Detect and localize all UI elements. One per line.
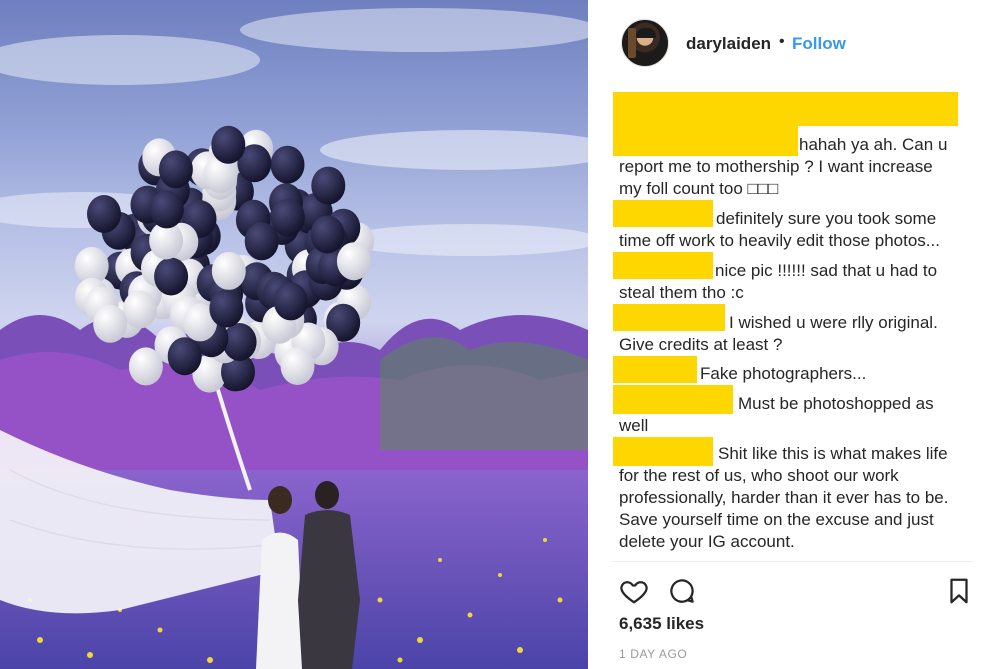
balloon (154, 257, 189, 296)
balloon (87, 195, 121, 233)
balloon (149, 190, 184, 229)
balloon (93, 304, 128, 343)
balloon (167, 337, 202, 376)
post-timestamp[interactable]: 1 DAY AGO (619, 647, 687, 661)
redaction-box (613, 92, 958, 126)
balloon (158, 150, 193, 189)
balloon (273, 282, 308, 321)
post-sidebar: darylaiden • Follow hahah ya ah. Can u r… (588, 0, 1000, 669)
comment-text: nice pic !!!!!! sad that u had to steal … (619, 261, 938, 302)
balloon (311, 166, 346, 205)
comment-text: Must be photoshopped as well (619, 394, 934, 435)
heart-icon[interactable] (619, 576, 649, 606)
comments-list[interactable]: hahah ya ah. Can u report me to mothersh… (588, 88, 1000, 558)
comment-text: Shit like this is what makes life for th… (619, 444, 949, 551)
separator-dot: • (779, 33, 785, 50)
avatar-cap-shape (636, 28, 656, 38)
comment-text: Fake photographers... (700, 364, 867, 383)
comment-bubble-icon[interactable] (667, 576, 697, 606)
comment-text: I wished u were rlly original. Give cred… (619, 313, 938, 354)
balloon (122, 290, 157, 329)
post-photo[interactable] (0, 0, 588, 669)
follow-button[interactable]: Follow (792, 34, 846, 54)
balloon (310, 215, 345, 254)
balloon (270, 145, 305, 184)
balloon (280, 347, 315, 385)
avatar[interactable] (621, 19, 669, 67)
action-bar (588, 562, 1000, 612)
likes-count[interactable]: 6,635 likes (619, 614, 704, 634)
balloon (270, 198, 305, 237)
photo-artwork (0, 8, 588, 669)
avatar-tree-shape (628, 28, 636, 58)
balloon (211, 125, 246, 164)
comment-text: definitely sure you took some time off w… (619, 209, 940, 250)
comment-text: hahah ya ah. Can u report me to mothersh… (619, 135, 948, 198)
balloon (211, 251, 246, 290)
post-header: darylaiden • Follow (588, 0, 1000, 88)
username-link[interactable]: darylaiden (686, 34, 771, 54)
bookmark-icon[interactable] (944, 576, 974, 606)
balloon (336, 242, 371, 281)
balloon (128, 347, 163, 386)
balloon (209, 289, 244, 328)
